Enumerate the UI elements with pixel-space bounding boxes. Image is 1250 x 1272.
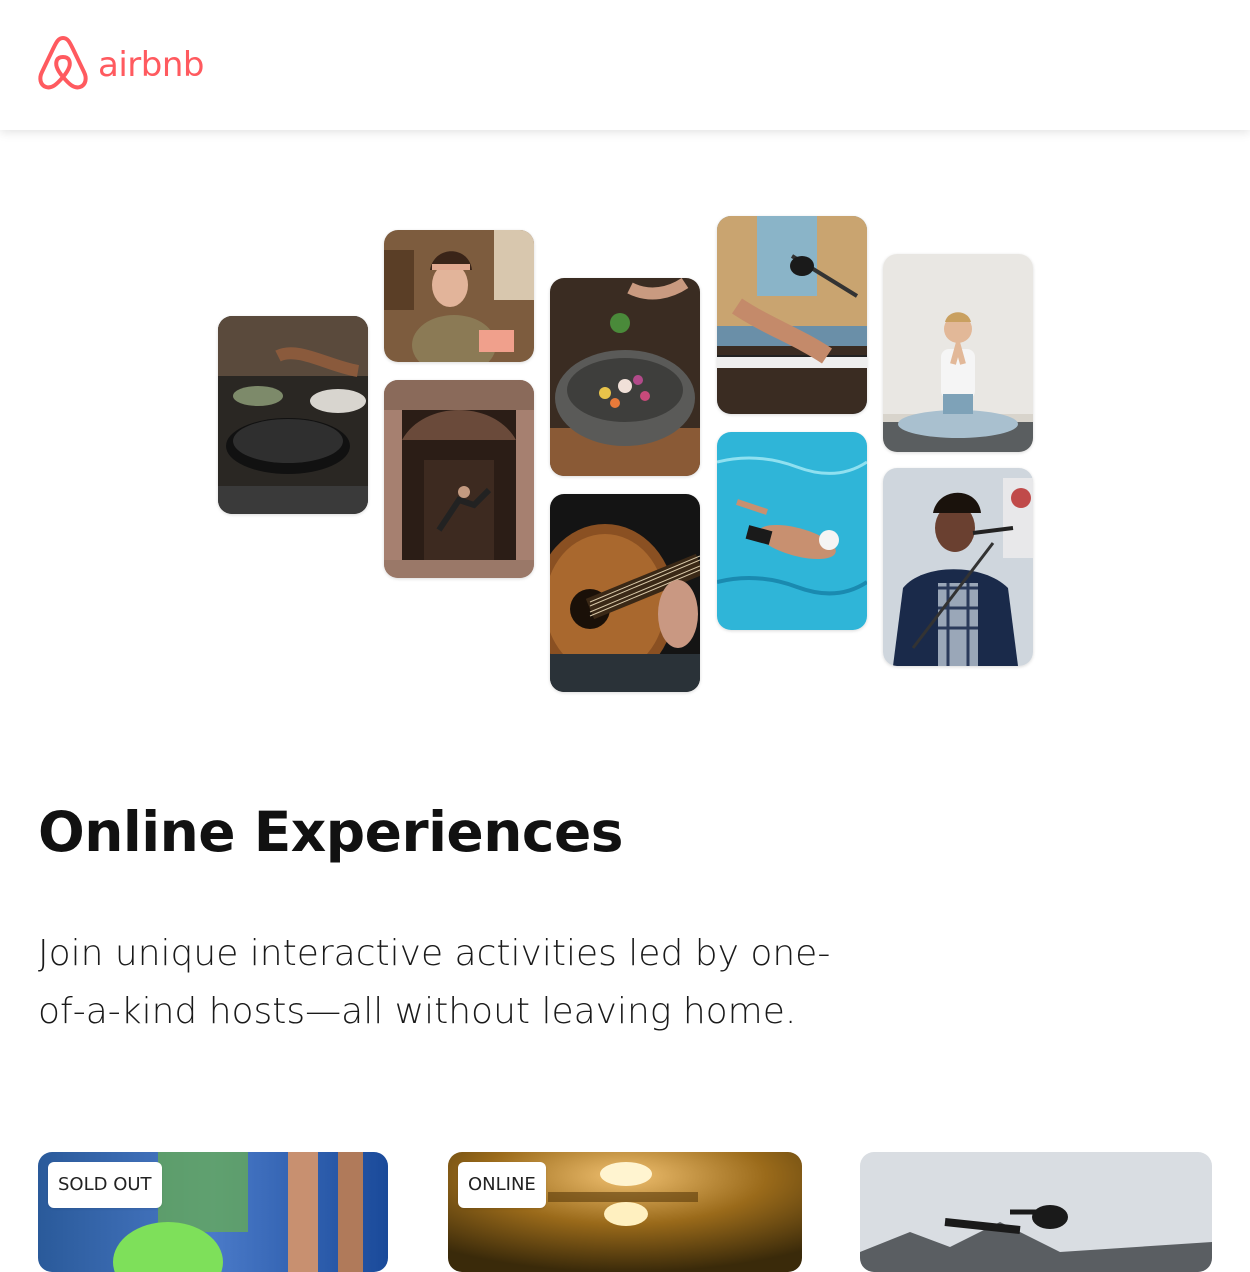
- photo-grid: [0, 0, 1250, 1250]
- logo-wordmark: airbnb: [98, 45, 204, 85]
- navbar: airbnb: [0, 0, 1250, 130]
- yoga-photo: [883, 254, 1033, 452]
- page-title: Online Experiences: [38, 800, 624, 864]
- sold-out-badge: SOLD OUT: [48, 1162, 162, 1208]
- online-badge: ONLINE: [458, 1162, 546, 1208]
- experience-card-3[interactable]: [860, 1152, 1212, 1272]
- airbnb-belo-icon: [36, 34, 90, 96]
- guitar-photo: [550, 494, 700, 692]
- airbnb-logo[interactable]: airbnb: [36, 36, 204, 94]
- experience-card-1[interactable]: SOLD OUT: [38, 1152, 388, 1272]
- mountain-bike-photo: [860, 1152, 1212, 1272]
- singer-photo: [883, 468, 1033, 666]
- bowl-food-photo: [550, 278, 700, 476]
- experience-card-2[interactable]: ONLINE: [448, 1152, 802, 1272]
- cooking-photo: [218, 316, 368, 514]
- dancer-doorway-photo: [384, 380, 534, 578]
- chef-woman-photo: [384, 230, 534, 362]
- swimmer-photo: [717, 432, 867, 630]
- page-subtitle: Join unique interactive activities led b…: [38, 933, 831, 1032]
- piano-microphone-photo: [717, 216, 867, 414]
